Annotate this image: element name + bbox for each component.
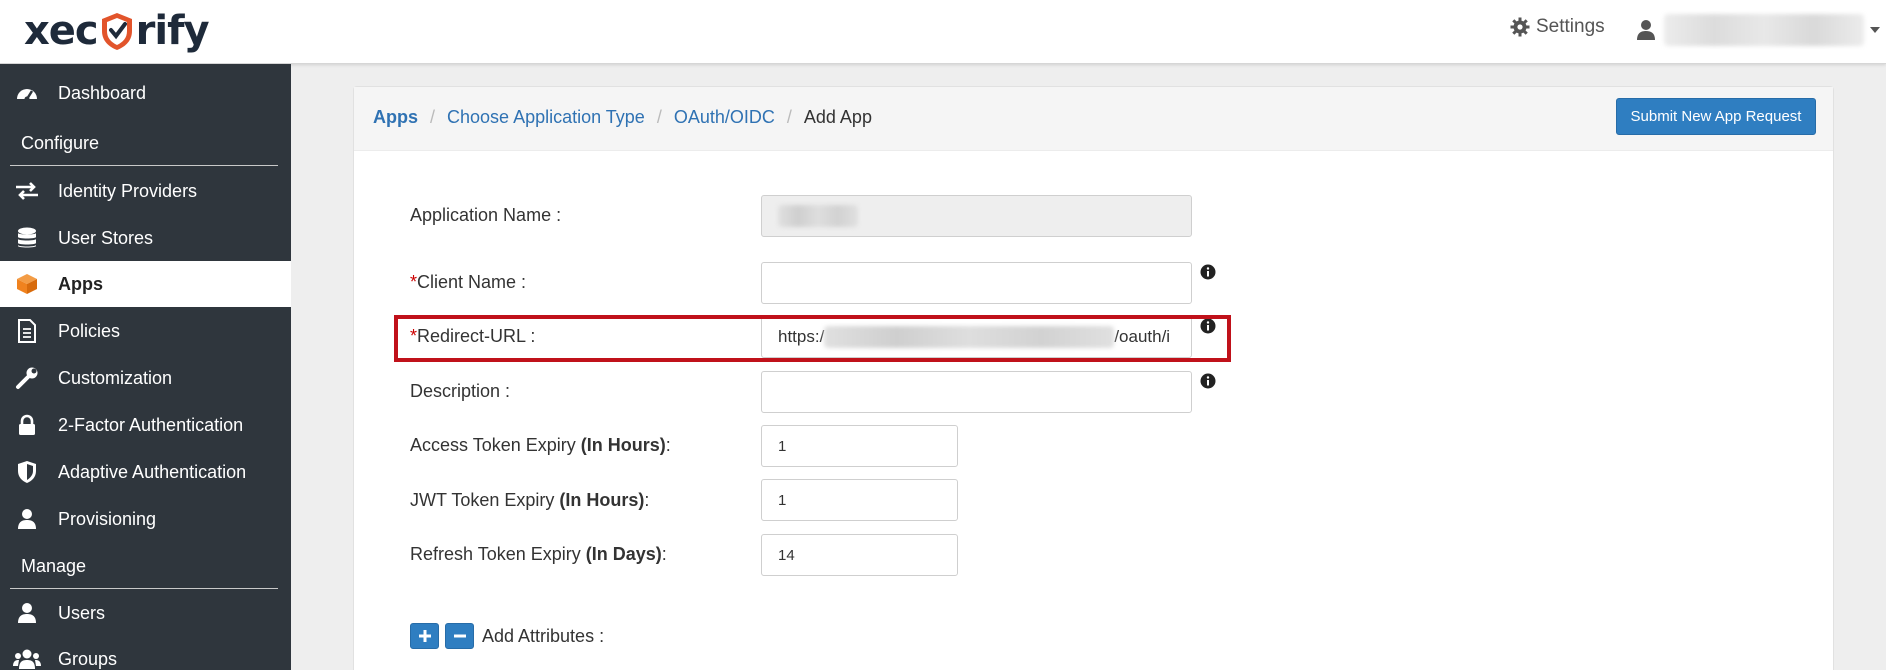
user-icon xyxy=(12,601,42,625)
divider xyxy=(10,165,278,166)
section-manage: Manage xyxy=(21,556,87,576)
lock-icon xyxy=(12,413,42,437)
access-token-value: 1 xyxy=(778,437,787,455)
user-icon xyxy=(12,507,42,531)
application-name-field xyxy=(761,195,1192,237)
remove-attribute-button[interactable] xyxy=(445,623,474,649)
client-name-input[interactable] xyxy=(761,262,1192,304)
jwt-token-value: 1 xyxy=(778,491,787,509)
refresh-token-value: 14 xyxy=(778,546,795,564)
refresh-token-expiry-input[interactable]: 14 xyxy=(761,534,958,576)
top-header: xec rify Settings xyxy=(0,0,1886,64)
sidebar-item-groups[interactable]: Groups xyxy=(0,636,291,670)
refresh-token-unit: (In Days) xyxy=(585,544,662,564)
access-token-expiry-input[interactable]: 1 xyxy=(761,425,958,467)
refresh-token-label-text: Refresh Token Expiry xyxy=(410,544,586,564)
colon: : xyxy=(661,544,667,564)
colon: : xyxy=(665,435,671,455)
sidebar-item-identity-providers[interactable]: Identity Providers xyxy=(0,168,291,214)
database-icon xyxy=(12,226,42,250)
sidebar-item-label: 2-Factor Authentication xyxy=(58,414,244,435)
username-redacted xyxy=(1664,14,1864,46)
required-marker: * xyxy=(410,272,418,292)
breadcrumb-choose-type[interactable]: Choose Application Type xyxy=(447,107,645,128)
refresh-token-expiry-label: Refresh Token Expiry (In Days): xyxy=(410,544,667,565)
sidebar: Dashboard Configure Identity Providers U… xyxy=(0,64,291,670)
sidebar-item-policies[interactable]: Policies xyxy=(0,308,291,354)
shield-icon xyxy=(12,460,42,484)
exchange-icon xyxy=(12,179,42,203)
jwt-token-expiry-label: JWT Token Expiry (In Hours): xyxy=(410,490,649,511)
logo-text-right: rify xyxy=(135,8,210,54)
settings-link[interactable]: Settings xyxy=(1510,16,1605,38)
access-token-expiry-label: Access Token Expiry (In Hours): xyxy=(410,435,671,456)
breadcrumb-separator: / xyxy=(656,107,662,127)
add-attributes-row: Add Attributes : xyxy=(410,623,604,649)
wrench-icon xyxy=(12,366,42,390)
gear-icon xyxy=(1510,17,1530,37)
settings-label: Settings xyxy=(1536,16,1605,37)
sidebar-item-label: Provisioning xyxy=(58,508,157,529)
access-token-unit: (In Hours) xyxy=(580,435,666,455)
sidebar-item-label: Dashboard xyxy=(58,82,147,103)
colon: : xyxy=(644,490,650,510)
user-icon xyxy=(1637,20,1655,40)
chevron-down-icon xyxy=(1870,27,1880,33)
info-icon[interactable] xyxy=(1200,373,1216,389)
document-icon xyxy=(12,319,42,343)
info-icon[interactable] xyxy=(1200,264,1216,280)
logo-text-left: xec xyxy=(24,8,99,54)
sidebar-item-label: Apps xyxy=(58,273,103,294)
sidebar-item-label: Users xyxy=(58,602,106,623)
breadcrumb-oauth[interactable]: OAuth/OIDC xyxy=(674,107,775,128)
user-menu[interactable] xyxy=(1636,14,1880,46)
cube-icon xyxy=(12,272,42,296)
minus-icon xyxy=(453,634,466,638)
breadcrumb: Apps / Choose Application Type / OAuth/O… xyxy=(373,107,872,128)
sidebar-item-customization[interactable]: Customization xyxy=(0,355,291,401)
access-token-label-text: Access Token Expiry xyxy=(410,435,581,455)
application-name-redacted xyxy=(778,205,858,227)
sidebar-item-adaptive-auth[interactable]: Adaptive Authentication xyxy=(0,449,291,495)
panel-header: Apps / Choose Application Type / OAuth/O… xyxy=(354,87,1833,151)
sidebar-item-label: Policies xyxy=(58,320,121,341)
breadcrumb-current: Add App xyxy=(803,107,872,127)
description-input[interactable] xyxy=(761,371,1192,413)
client-name-label: *Client Name : xyxy=(410,272,526,293)
jwt-token-label-text: JWT Token Expiry xyxy=(410,490,560,510)
dashboard-icon xyxy=(12,81,42,105)
add-attributes-label: Add Attributes : xyxy=(482,625,605,646)
sidebar-item-label: Customization xyxy=(58,367,173,388)
sidebar-item-2fa[interactable]: 2-Factor Authentication xyxy=(0,402,291,448)
sidebar-item-apps[interactable]: Apps xyxy=(0,261,291,307)
sidebar-item-dashboard[interactable]: Dashboard xyxy=(0,70,291,116)
breadcrumb-apps[interactable]: Apps xyxy=(373,107,418,128)
application-name-label: Application Name : xyxy=(410,205,562,225)
divider xyxy=(10,588,278,589)
sidebar-item-users[interactable]: Users xyxy=(0,590,291,636)
xecurify-logo[interactable]: xec rify xyxy=(24,6,210,56)
sidebar-item-label: User Stores xyxy=(58,227,154,248)
plus-icon xyxy=(418,630,431,642)
add-app-panel: Apps / Choose Application Type / OAuth/O… xyxy=(353,86,1834,670)
breadcrumb-separator: / xyxy=(786,107,792,127)
sidebar-item-label: Adaptive Authentication xyxy=(58,461,247,482)
jwt-token-unit: (In Hours) xyxy=(559,490,645,510)
sidebar-item-user-stores[interactable]: User Stores xyxy=(0,215,291,261)
client-name-label-text: Client Name : xyxy=(417,272,527,292)
breadcrumb-separator: / xyxy=(430,107,436,127)
sidebar-item-provisioning[interactable]: Provisioning xyxy=(0,496,291,542)
section-configure: Configure xyxy=(21,133,100,153)
redirect-url-highlight-box xyxy=(394,315,1231,362)
sidebar-item-label: Groups xyxy=(58,648,118,669)
logo-shield-icon xyxy=(101,13,132,50)
description-label: Description : xyxy=(410,381,511,401)
submit-new-app-request-button[interactable]: Submit New App Request xyxy=(1616,98,1816,135)
add-attribute-button[interactable] xyxy=(410,623,439,649)
users-icon xyxy=(12,647,42,670)
sidebar-item-label: Identity Providers xyxy=(58,180,198,201)
jwt-token-expiry-input[interactable]: 1 xyxy=(761,479,958,521)
